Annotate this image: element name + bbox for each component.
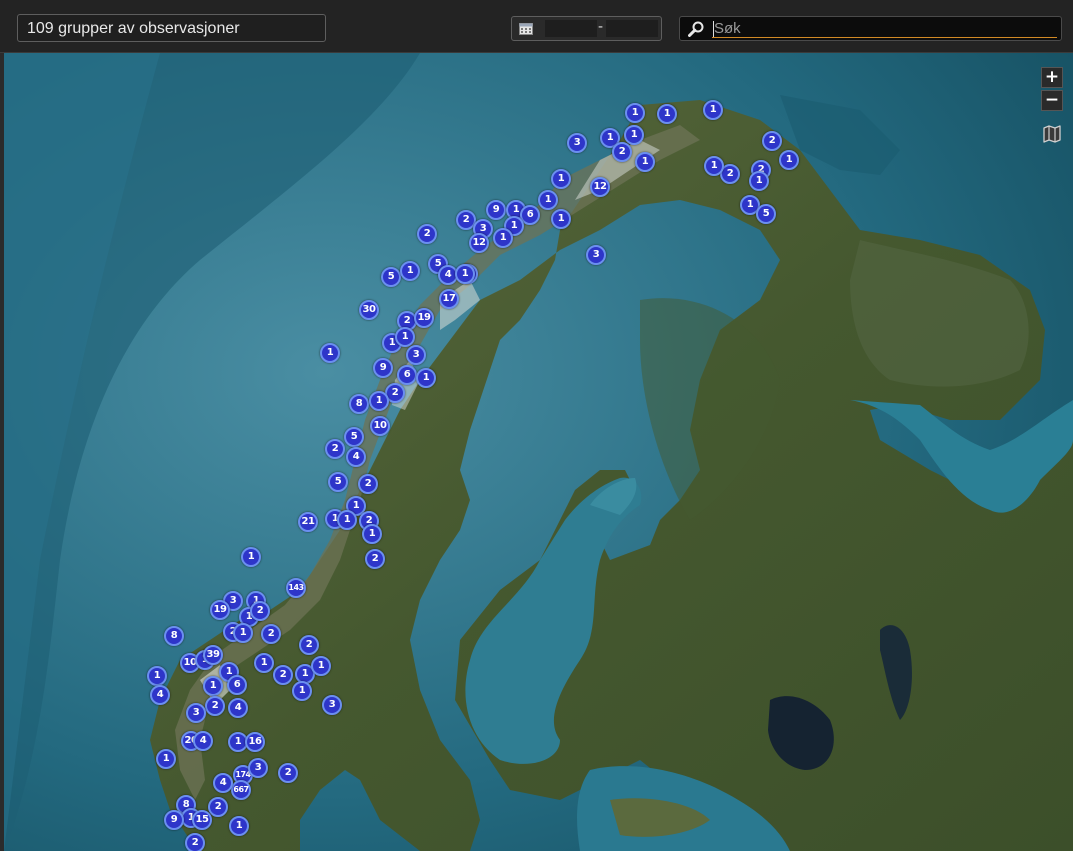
calendar-icon[interactable] bbox=[519, 23, 533, 35]
observation-cluster-marker[interactable]: 4 bbox=[193, 731, 213, 751]
observation-cluster-marker[interactable]: 1 bbox=[203, 676, 223, 696]
observation-cluster-marker[interactable]: 1 bbox=[395, 327, 415, 347]
observation-cluster-marker[interactable]: 1 bbox=[400, 261, 420, 281]
observation-cluster-marker[interactable]: 5 bbox=[344, 427, 364, 447]
date-from-field[interactable] bbox=[545, 20, 597, 37]
observation-cluster-marker[interactable]: 21 bbox=[298, 512, 318, 532]
observation-cluster-marker[interactable]: 19 bbox=[210, 600, 230, 620]
observation-cluster-marker[interactable]: 1 bbox=[493, 228, 513, 248]
observation-cluster-marker[interactable]: 39 bbox=[203, 645, 223, 665]
search-input[interactable] bbox=[712, 19, 1057, 38]
observation-cluster-marker[interactable]: 2 bbox=[612, 142, 632, 162]
observation-cluster-marker[interactable]: 17 bbox=[439, 289, 459, 309]
observation-cluster-marker[interactable]: 3 bbox=[406, 345, 426, 365]
observation-cluster-marker[interactable]: 1 bbox=[538, 190, 558, 210]
observation-cluster-marker[interactable]: 1 bbox=[254, 653, 274, 673]
observation-cluster-marker[interactable]: 3 bbox=[322, 695, 342, 715]
observation-cluster-marker[interactable]: 1 bbox=[779, 150, 799, 170]
zoom-out-button[interactable]: − bbox=[1041, 90, 1063, 111]
observation-cluster-marker[interactable]: 9 bbox=[486, 200, 506, 220]
observation-cluster-marker[interactable]: 2 bbox=[208, 797, 228, 817]
observation-cluster-marker[interactable]: 1 bbox=[635, 152, 655, 172]
observation-cluster-marker[interactable]: 1 bbox=[416, 368, 436, 388]
observation-cluster-marker[interactable]: 3 bbox=[186, 703, 206, 723]
map-layers-icon[interactable] bbox=[1041, 123, 1063, 145]
observation-cluster-marker[interactable]: 9 bbox=[373, 358, 393, 378]
map-view[interactable]: 1111312212121111511219162311121235154117… bbox=[4, 53, 1073, 851]
observation-cluster-marker[interactable]: 1 bbox=[624, 125, 644, 145]
observation-group-count: 109 grupper av observasjoner bbox=[17, 14, 326, 42]
observation-cluster-marker[interactable]: 1 bbox=[233, 623, 253, 643]
observation-cluster-marker[interactable]: 4 bbox=[150, 685, 170, 705]
observation-cluster-marker[interactable]: 2 bbox=[365, 549, 385, 569]
observation-cluster-marker[interactable]: 3 bbox=[586, 245, 606, 265]
observation-cluster-marker[interactable]: 6 bbox=[227, 675, 247, 695]
observation-cluster-marker[interactable]: 8 bbox=[164, 626, 184, 646]
observation-cluster-marker[interactable]: 2 bbox=[299, 635, 319, 655]
observation-cluster-marker[interactable]: 2 bbox=[273, 665, 293, 685]
observation-cluster-marker[interactable]: 5 bbox=[756, 204, 776, 224]
text-cursor bbox=[713, 21, 714, 37]
observation-cluster-marker[interactable]: 2 bbox=[250, 601, 270, 621]
observation-cluster-marker[interactable]: 8 bbox=[349, 394, 369, 414]
observation-cluster-marker[interactable]: 9 bbox=[164, 810, 184, 830]
observation-cluster-marker[interactable]: 2 bbox=[762, 131, 782, 151]
search-icon bbox=[688, 21, 704, 37]
observation-cluster-marker[interactable]: 667 bbox=[231, 780, 251, 800]
observation-cluster-marker[interactable]: 1 bbox=[292, 681, 312, 701]
observation-cluster-marker[interactable]: 2 bbox=[185, 833, 205, 851]
observation-cluster-marker[interactable]: 1 bbox=[703, 100, 723, 120]
date-range-filter[interactable]: - bbox=[511, 16, 662, 41]
observation-cluster-marker[interactable]: 4 bbox=[213, 773, 233, 793]
observation-cluster-marker[interactable]: 16 bbox=[245, 732, 265, 752]
observation-cluster-marker[interactable]: 30 bbox=[359, 300, 379, 320]
observation-cluster-marker[interactable]: 143 bbox=[286, 578, 306, 598]
observation-cluster-marker[interactable]: 12 bbox=[469, 233, 489, 253]
search-box[interactable] bbox=[679, 16, 1062, 41]
observation-cluster-marker[interactable]: 3 bbox=[567, 133, 587, 153]
observation-cluster-marker[interactable]: 1 bbox=[362, 524, 382, 544]
observation-cluster-marker[interactable]: 15 bbox=[192, 810, 212, 830]
observation-cluster-marker[interactable]: 1 bbox=[551, 209, 571, 229]
observation-cluster-marker[interactable]: 1 bbox=[551, 169, 571, 189]
zoom-in-button[interactable]: + bbox=[1041, 67, 1063, 88]
observation-cluster-marker[interactable]: 1 bbox=[704, 156, 724, 176]
observation-cluster-marker[interactable]: 1 bbox=[311, 656, 331, 676]
observation-cluster-marker[interactable]: 2 bbox=[278, 763, 298, 783]
observation-cluster-marker[interactable]: 1 bbox=[147, 666, 167, 686]
observation-cluster-marker[interactable]: 1 bbox=[369, 391, 389, 411]
date-to-field[interactable] bbox=[606, 20, 658, 37]
observation-cluster-marker[interactable]: 1 bbox=[455, 264, 475, 284]
date-separator: - bbox=[598, 19, 604, 35]
observation-cluster-marker[interactable]: 1 bbox=[657, 104, 677, 124]
observation-cluster-marker[interactable]: 2 bbox=[358, 474, 378, 494]
observation-cluster-marker[interactable]: 2 bbox=[261, 624, 281, 644]
observation-cluster-marker[interactable]: 2 bbox=[417, 224, 437, 244]
observation-cluster-marker[interactable]: 5 bbox=[328, 472, 348, 492]
observation-cluster-marker[interactable]: 6 bbox=[397, 365, 417, 385]
observation-cluster-marker[interactable]: 1 bbox=[241, 547, 261, 567]
observation-cluster-marker[interactable]: 1 bbox=[625, 103, 645, 123]
observation-cluster-marker[interactable]: 4 bbox=[228, 698, 248, 718]
observation-cluster-marker[interactable]: 19 bbox=[414, 308, 434, 328]
observation-cluster-marker[interactable]: 10 bbox=[370, 416, 390, 436]
observation-cluster-marker[interactable]: 1 bbox=[337, 510, 357, 530]
observation-cluster-marker[interactable]: 1 bbox=[320, 343, 340, 363]
observation-cluster-marker[interactable]: 5 bbox=[381, 267, 401, 287]
observation-cluster-marker[interactable]: 1 bbox=[229, 816, 249, 836]
top-toolbar: 109 grupper av observasjoner - bbox=[0, 0, 1073, 53]
observation-cluster-marker[interactable]: 4 bbox=[346, 447, 366, 467]
observation-cluster-marker[interactable]: 1 bbox=[749, 171, 769, 191]
observation-cluster-marker[interactable]: 2 bbox=[325, 439, 345, 459]
satellite-basemap[interactable] bbox=[4, 53, 1073, 851]
observation-cluster-marker[interactable]: 1 bbox=[156, 749, 176, 769]
observation-cluster-marker[interactable]: 2 bbox=[205, 696, 225, 716]
observation-cluster-marker[interactable]: 3 bbox=[248, 758, 268, 778]
observation-cluster-marker[interactable]: 12 bbox=[590, 177, 610, 197]
